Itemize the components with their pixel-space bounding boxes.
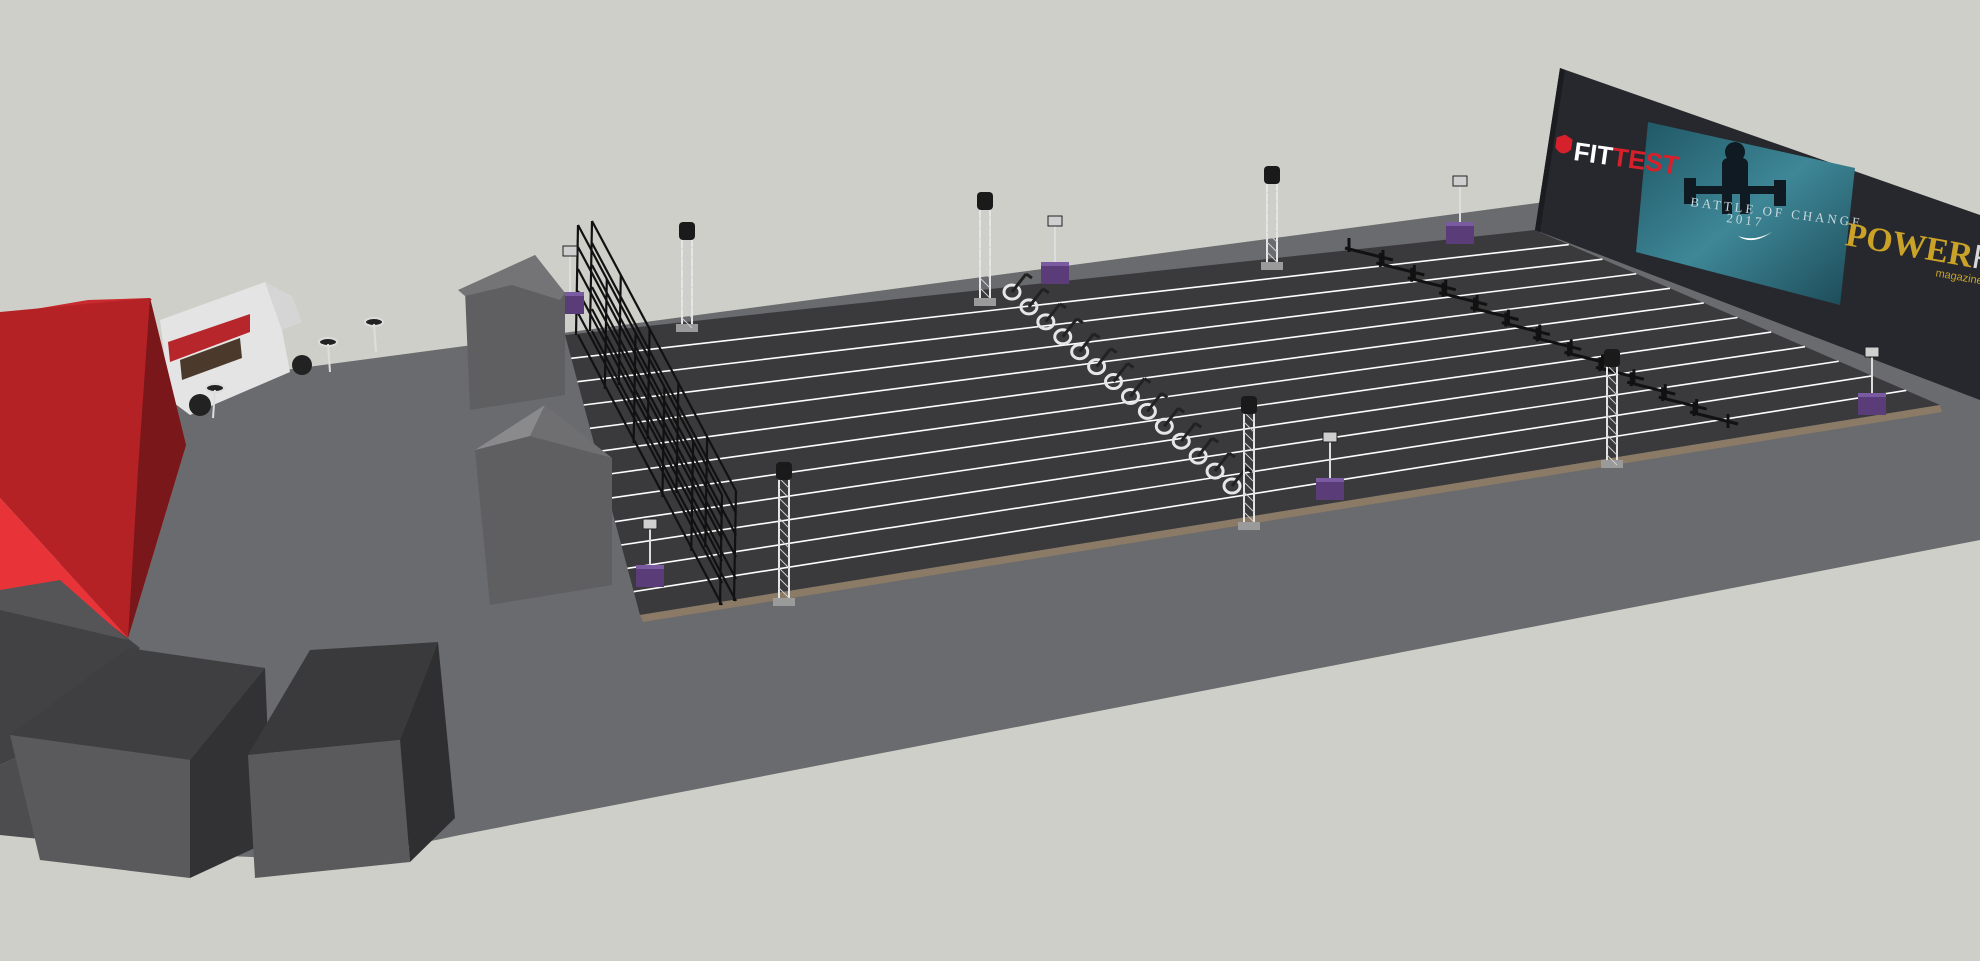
venue-render-scene: BATTLE OF CHANGE 2017 FITTEST POWERFUL m… xyxy=(0,0,1980,961)
sponsor-fit-prefix: FIT xyxy=(1572,136,1615,171)
